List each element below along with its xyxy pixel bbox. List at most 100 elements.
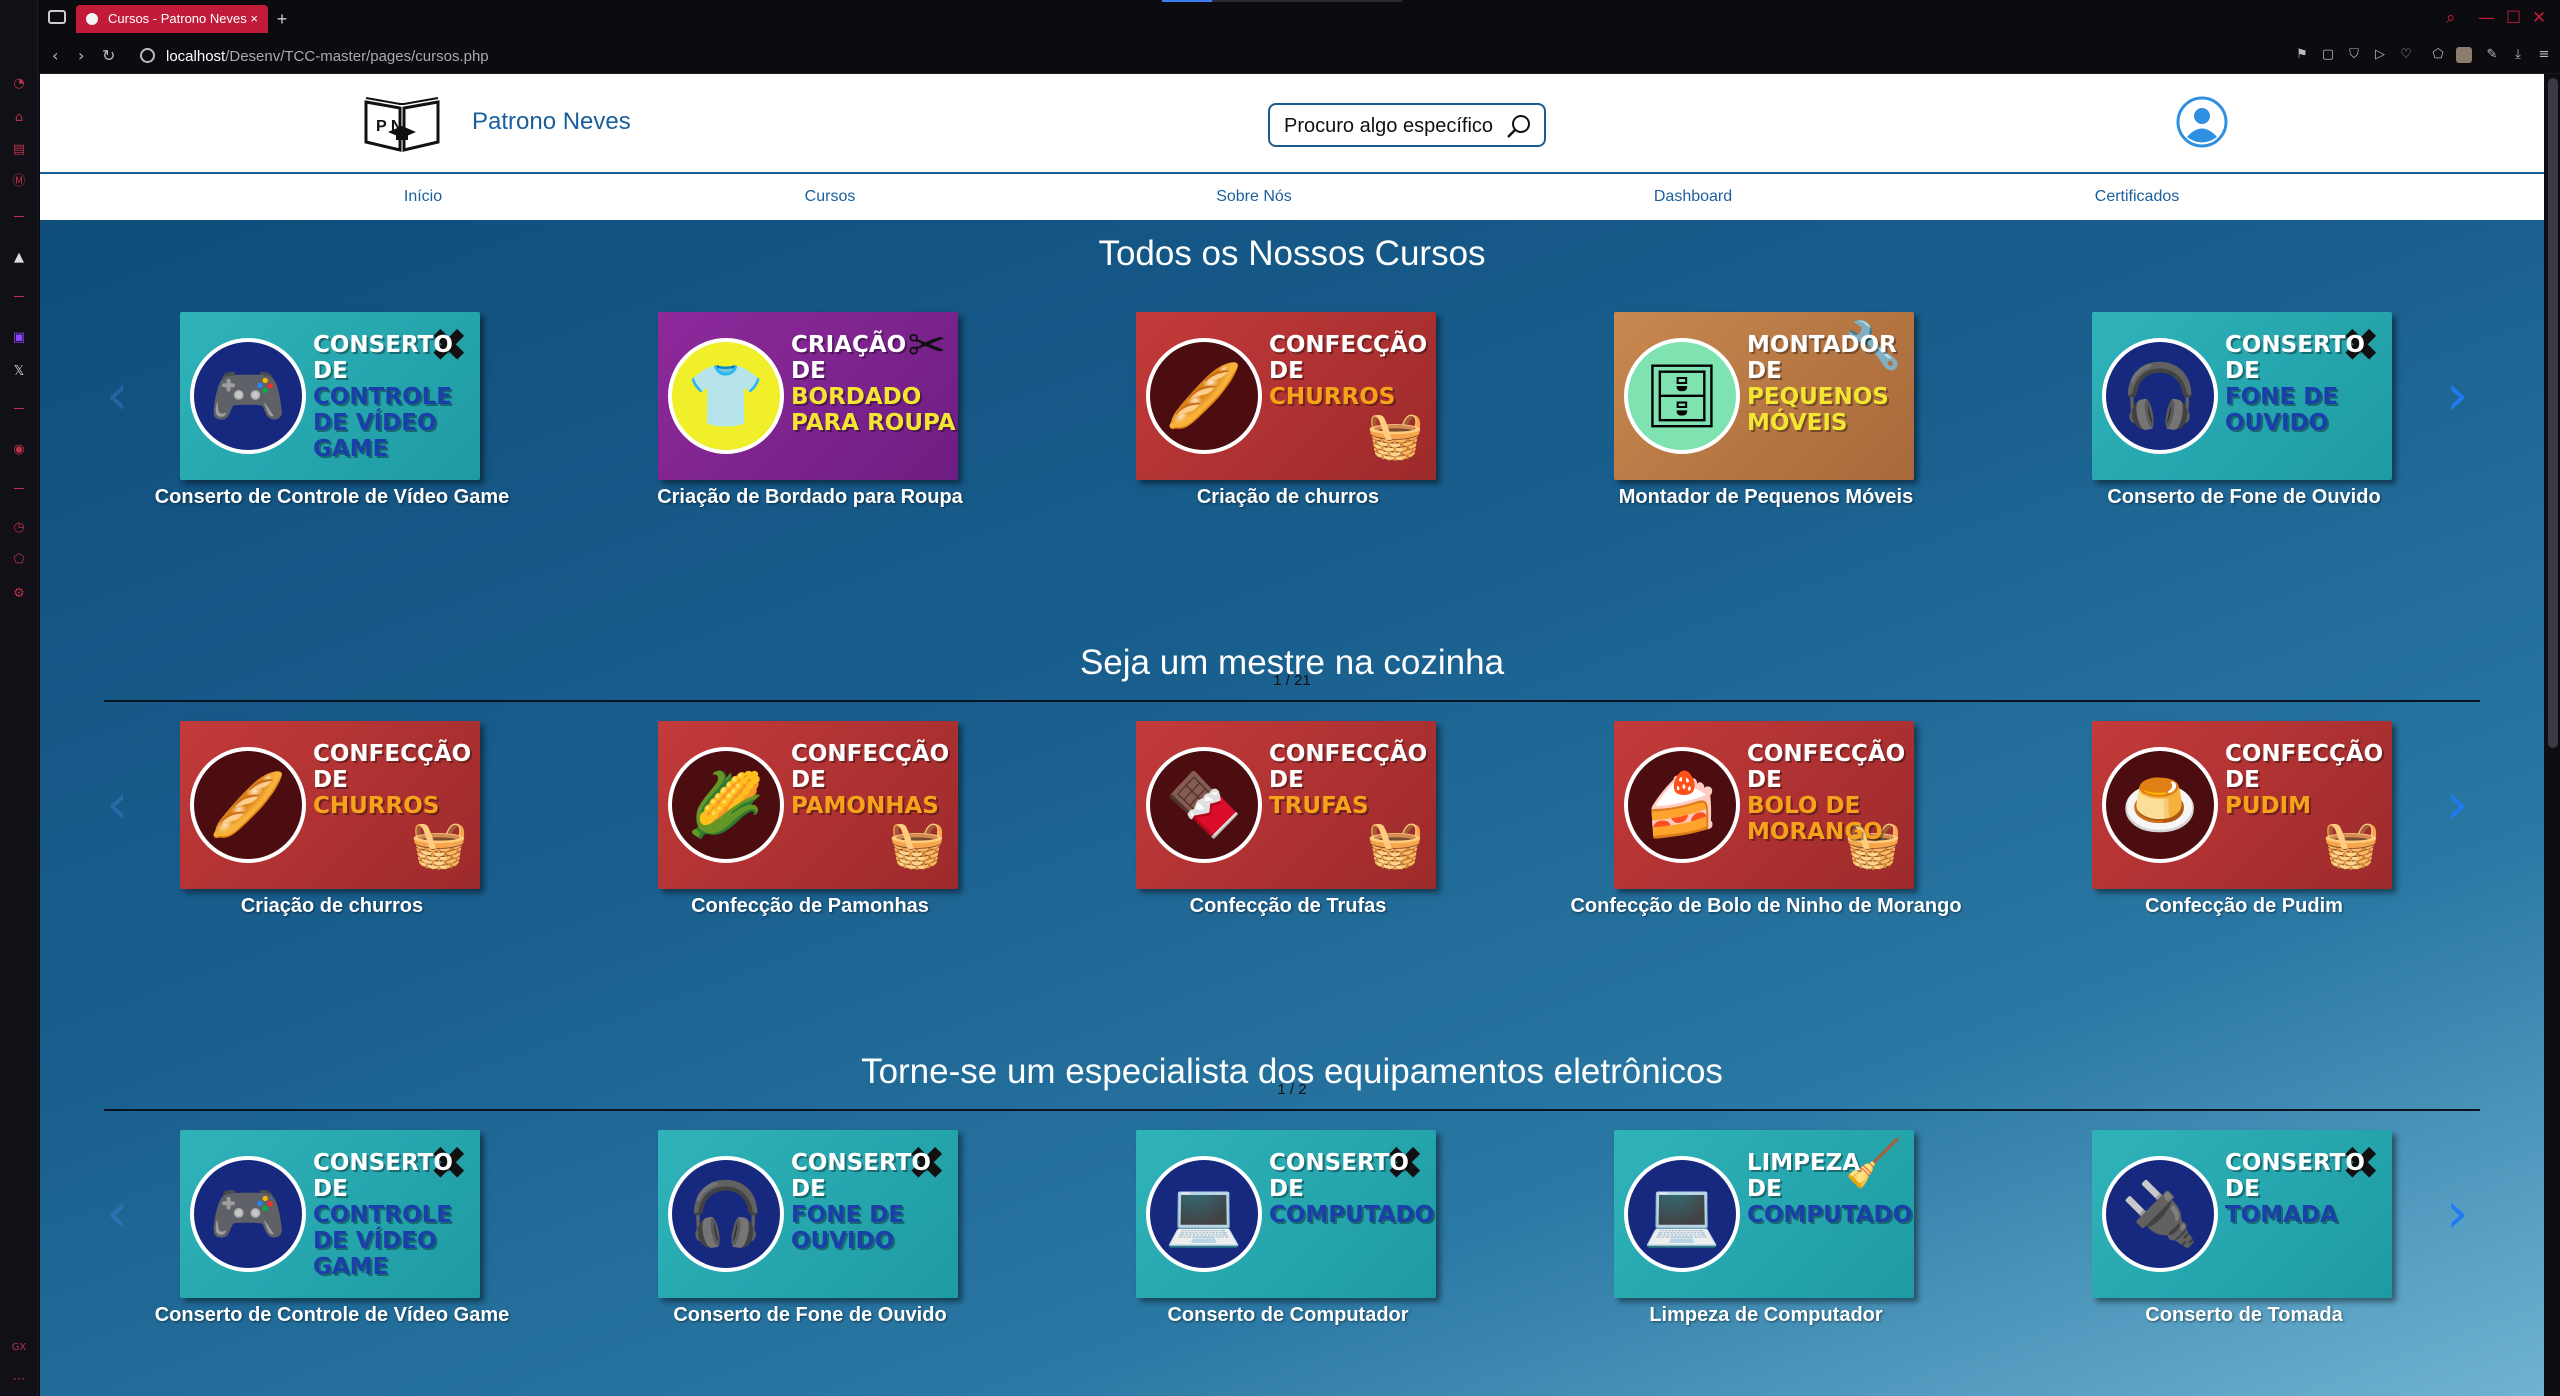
course-caption[interactable]: Conserto de Controle de Vídeo Game: [122, 486, 542, 509]
close-tab-icon[interactable]: ×: [250, 5, 258, 33]
course-card[interactable]: 👕 ✂ CRIAÇÃO DE BORDADO PARA ROUPA Criação de B…: [640, 312, 963, 522]
course-thumbnail[interactable]: 👕 ✂ CRIAÇÃO DE BORDADO PARA ROUPA: [658, 312, 958, 480]
gx-control-icon[interactable]: ◔: [11, 76, 27, 92]
search-input[interactable]: Procuro algo específico: [1284, 115, 1493, 138]
course-caption[interactable]: Confecção de Trufas: [1078, 895, 1498, 918]
search-box[interactable]: Procuro algo específico: [1268, 103, 1546, 147]
course-caption[interactable]: Criação de Bordado para Roupa: [600, 486, 1020, 509]
maximize-icon[interactable]: ☐: [2506, 8, 2521, 28]
course-caption[interactable]: Criação de churros: [1078, 486, 1498, 509]
course-card[interactable]: 🗄 🔧 MONTADOR DE PEQUENOS MÓVEIS Montador de Pe…: [1596, 312, 1916, 522]
course-thumbnail[interactable]: 🗄 🔧 MONTADOR DE PEQUENOS MÓVEIS: [1614, 312, 1914, 480]
course-caption[interactable]: Limpeza de Computador: [1556, 1304, 1976, 1327]
carousel-prev-icon[interactable]: ‹: [106, 368, 128, 424]
easy-setup-icon[interactable]: ✎: [2484, 47, 2500, 63]
minimize-icon[interactable]: —: [2478, 8, 2495, 28]
tab-cursos[interactable]: Cursos - Patrono Neves ×: [76, 5, 268, 33]
new-tab-button[interactable]: +: [272, 9, 292, 29]
course-caption[interactable]: Confecção de Pamonhas: [600, 895, 1020, 918]
gx-corner-icon[interactable]: ⌂: [11, 110, 27, 126]
page-scrollbar[interactable]: [2546, 74, 2560, 1396]
close-window-icon[interactable]: ✕: [2532, 8, 2546, 28]
course-card[interactable]: 🍰 🧺 CONFECÇÃO DE BOLO DE MORANGO Confecção de …: [1570, 721, 1962, 931]
carousel-prev-icon[interactable]: ‹: [106, 777, 128, 833]
course-thumbnail[interactable]: 🥖 🧺 CONFECÇÃO DE CHURROS: [180, 721, 480, 889]
heart-icon[interactable]: ♡: [2398, 47, 2414, 63]
brand-name[interactable]: Patrono Neves: [472, 108, 631, 136]
bookmark-icon[interactable]: ⚑: [2294, 47, 2310, 63]
nav-sobre-nos[interactable]: Sobre Nós: [1216, 188, 1292, 206]
course-card[interactable]: 🍫 🧺 CONFECÇÃO DE TRUFAS Confecção de Trufas: [1118, 721, 1438, 931]
sidebar-m-icon[interactable]: Ⓜ: [11, 174, 27, 190]
course-card[interactable]: 🥖 🧺 CONFECÇÃO DE CHURROS Criação de churros: [1118, 312, 1438, 522]
search-icon[interactable]: [1506, 113, 1532, 139]
nav-inicio[interactable]: Início: [404, 188, 442, 206]
carousel-next-icon[interactable]: ›: [2446, 777, 2468, 833]
history-icon[interactable]: ◷: [11, 520, 27, 536]
settings-icon[interactable]: ⚙: [11, 586, 27, 602]
sidebar-a-icon[interactable]: ▲: [11, 250, 27, 266]
search-tabs-icon[interactable]: ⌕: [2446, 8, 2456, 28]
extensions-sidebar-icon[interactable]: ⬠: [11, 552, 27, 568]
course-thumbnail[interactable]: 🍫 🧺 CONFECÇÃO DE TRUFAS: [1136, 721, 1436, 889]
course-thumbnail[interactable]: 🎮 ✖ CONSERTO DE CONTROLE DE VÍDEO GAME: [180, 1130, 480, 1298]
snapshot-icon[interactable]: ▢: [2320, 47, 2336, 63]
url-field[interactable]: localhost/Desenv/TCC-master/pages/cursos…: [166, 48, 489, 65]
download-icon[interactable]: ⤓: [2510, 47, 2526, 63]
site-info-icon[interactable]: [140, 48, 155, 63]
forward-icon[interactable]: ›: [78, 46, 84, 65]
carousel-prev-icon[interactable]: ‹: [106, 1186, 128, 1242]
course-caption[interactable]: Conserto de Fone de Ouvido: [2034, 486, 2454, 509]
course-thumbnail[interactable]: 🔌 ✖ CONSERTO DE TOMADA: [2092, 1130, 2392, 1298]
user-avatar[interactable]: [2176, 96, 2228, 148]
workspaces-icon[interactable]: [48, 10, 66, 24]
course-thumbnail[interactable]: 🌽 🧺 CONFECÇÃO DE PAMONHAS: [658, 721, 958, 889]
course-card[interactable]: 🎧 ✖ CONSERTO DE FONE DE OUVIDO Conserto de Fon…: [2074, 312, 2394, 522]
shield-icon[interactable]: ⛉: [2346, 47, 2362, 63]
course-thumbnail[interactable]: 💻 🧹 LIMPEZA DE COMPUTADOR: [1614, 1130, 1914, 1298]
course-card[interactable]: 🎮 ✖ CONSERTO DE CONTROLE DE VÍDEO GAME Conserto…: [155, 312, 509, 522]
menu-icon[interactable]: ≡: [2536, 47, 2552, 63]
extensions-icon[interactable]: ⬠: [2430, 47, 2446, 63]
course-card[interactable]: 🎮 ✖ CONSERTO DE CONTROLE DE VÍDEO GAME Conserto…: [155, 1130, 509, 1340]
course-thumbnail[interactable]: 🍮 🧺 CONFECÇÃO DE PUDIM: [2092, 721, 2392, 889]
carousel-next-icon[interactable]: ›: [2446, 368, 2468, 424]
course-thumbnail[interactable]: 🎮 ✖ CONSERTO DE CONTROLE DE VÍDEO GAME: [180, 312, 480, 480]
scrollbar-thumb[interactable]: [2548, 78, 2558, 748]
course-card[interactable]: 🎧 ✖ CONSERTO DE FONE DE OUVIDO Conserto de Fon…: [640, 1130, 960, 1340]
course-caption[interactable]: Conserto de Controle de Vídeo Game: [122, 1304, 542, 1327]
course-card[interactable]: 🌽 🧺 CONFECÇÃO DE PAMONHAS Confecção de Pamonh…: [640, 721, 960, 931]
course-caption[interactable]: Conserto de Tomada: [2034, 1304, 2454, 1327]
sidebar-feed-icon[interactable]: ▤: [11, 142, 27, 158]
course-thumbnail[interactable]: 🍰 🧺 CONFECÇÃO DE BOLO DE MORANGO: [1614, 721, 1914, 889]
player-icon[interactable]: ▷: [2372, 47, 2388, 63]
carousel-next-icon[interactable]: ›: [2446, 1186, 2468, 1242]
nav-dashboard[interactable]: Dashboard: [1654, 188, 1732, 206]
nav-certificados[interactable]: Certificados: [2095, 188, 2179, 206]
more-icon[interactable]: ⋯: [11, 1372, 27, 1388]
course-caption[interactable]: Conserto de Computador: [1078, 1304, 1498, 1327]
course-caption[interactable]: Conserto de Fone de Ouvido: [600, 1304, 1020, 1327]
course-caption[interactable]: Criação de churros: [122, 895, 542, 918]
site-logo[interactable]: P N: [362, 92, 442, 154]
twitch-icon[interactable]: ▣: [11, 330, 27, 346]
course-card[interactable]: 💻 🧹 LIMPEZA DE COMPUTADOR Limpeza de Computad…: [1596, 1130, 1916, 1340]
course-thumbnail[interactable]: 💻 ✖ CONSERTO DE COMPUTADOR: [1136, 1130, 1436, 1298]
course-thumbnail[interactable]: 🎧 ✖ CONSERTO DE FONE DE OUVIDO: [2092, 312, 2392, 480]
back-icon[interactable]: ‹: [52, 46, 58, 65]
thumbnail-title: CONFECÇÃO DE BOLO DE MORANGO: [1747, 741, 1906, 845]
course-caption[interactable]: Confecção de Pudim: [2034, 895, 2454, 918]
x-twitter-icon[interactable]: 𝕏: [11, 364, 27, 380]
profile-avatar[interactable]: [2456, 47, 2472, 63]
course-thumbnail[interactable]: 🥖 🧺 CONFECÇÃO DE CHURROS: [1136, 312, 1436, 480]
course-card[interactable]: 🔌 ✖ CONSERTO DE TOMADA Conserto de Tomada: [2074, 1130, 2394, 1340]
course-caption[interactable]: Confecção de Bolo de Ninho de Morango: [1556, 895, 1976, 918]
nav-cursos[interactable]: Cursos: [805, 188, 856, 206]
player-sidebar-icon[interactable]: ◉: [11, 442, 27, 458]
course-card[interactable]: 🥖 🧺 CONFECÇÃO DE CHURROS Criação de churros: [162, 721, 482, 931]
course-caption[interactable]: Montador de Pequenos Móveis: [1556, 486, 1976, 509]
course-card[interactable]: 💻 ✖ CONSERTO DE COMPUTADOR Conserto de Comput…: [1118, 1130, 1438, 1340]
reload-icon[interactable]: ↻: [102, 46, 115, 65]
course-thumbnail[interactable]: 🎧 ✖ CONSERTO DE FONE DE OUVIDO: [658, 1130, 958, 1298]
course-card[interactable]: 🍮 🧺 CONFECÇÃO DE PUDIM Confecção de Pudim: [2074, 721, 2394, 931]
